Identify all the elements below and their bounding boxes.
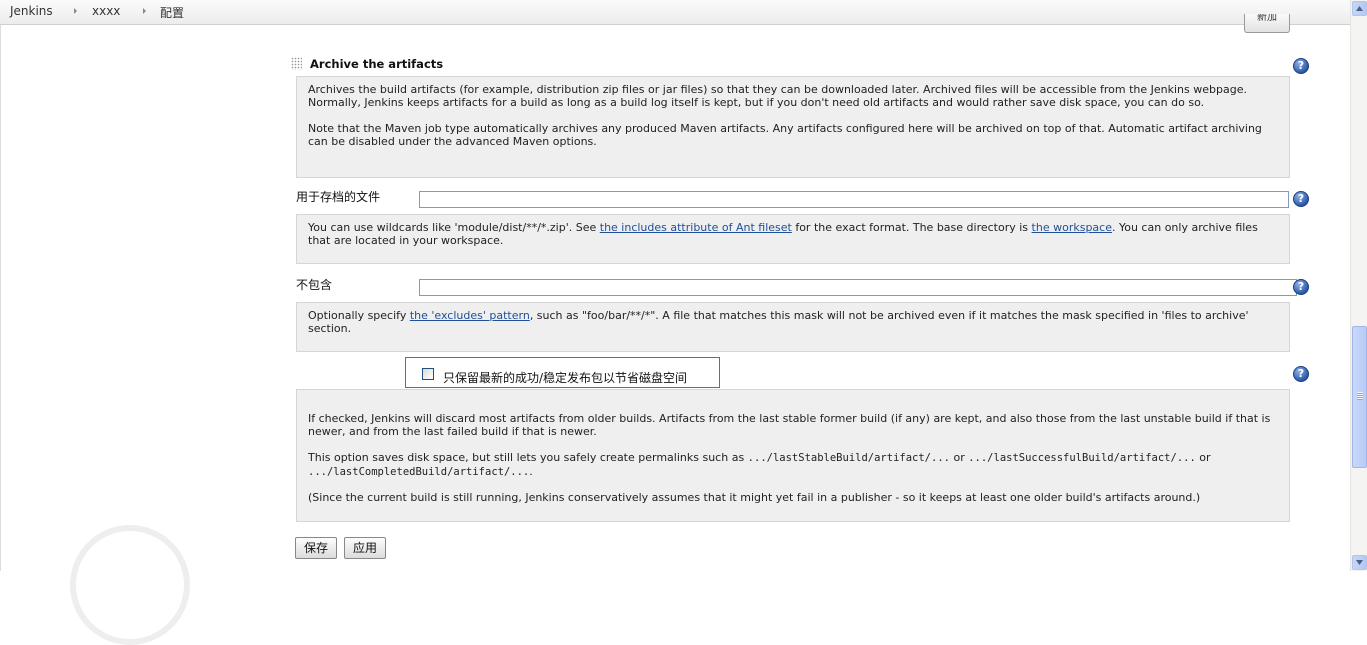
- files-help-box: You can use wildcards like 'module/dist/…: [296, 214, 1290, 264]
- excludes-help-box: Optionally specify the 'excludes' patter…: [296, 302, 1290, 352]
- permalink-code: .../lastStableBuild/artifact/...: [747, 452, 950, 464]
- help-text: .: [529, 465, 533, 478]
- scroll-thumb[interactable]: [1352, 326, 1367, 468]
- section-help-box: Archives the build artifacts (for exampl…: [296, 76, 1290, 178]
- ant-fileset-link[interactable]: the includes attribute of Ant fileset: [600, 221, 792, 234]
- permalink-code: .../lastSuccessfulBuild/artifact/...: [968, 452, 1196, 464]
- save-button[interactable]: 保存: [295, 537, 338, 559]
- permalink-code: .../lastCompletedBuild/artifact/...: [308, 466, 530, 478]
- help-text: Archives the build artifacts (for exampl…: [308, 83, 1247, 96]
- breadcrumb: Jenkins xxxx 配置: [0, 0, 1350, 25]
- files-to-archive-input[interactable]: [419, 191, 1289, 208]
- section-title: Archive the artifacts: [310, 57, 444, 71]
- chevron-right-icon: [142, 4, 148, 18]
- breadcrumb-jenkins[interactable]: Jenkins: [10, 4, 53, 18]
- left-border: [0, 25, 1, 571]
- help-text: You can use wildcards like 'module/dist/…: [308, 221, 600, 234]
- help-icon[interactable]: ?: [1293, 58, 1309, 74]
- files-to-archive-label: 用于存档的文件: [296, 190, 381, 204]
- vertical-scrollbar[interactable]: [1350, 0, 1367, 571]
- help-text: Normally, Jenkins keeps artifacts for a …: [308, 96, 1205, 109]
- excludes-label: 不包含: [296, 278, 333, 292]
- help-text: or: [949, 451, 969, 464]
- watermark-logo: [70, 525, 190, 645]
- help-text: (Since the current build is still runnin…: [308, 491, 1201, 504]
- help-icon[interactable]: ?: [1293, 191, 1309, 207]
- excludes-pattern-link[interactable]: the 'excludes' pattern: [410, 309, 530, 322]
- breadcrumb-configure[interactable]: 配置: [160, 4, 184, 21]
- help-text: Note that the Maven job type automatical…: [308, 122, 1262, 148]
- excludes-input[interactable]: [419, 279, 1297, 296]
- scroll-up-arrow-icon[interactable]: [1352, 1, 1367, 16]
- help-text: Optionally specify: [308, 309, 410, 322]
- apply-button[interactable]: 应用: [344, 537, 387, 559]
- breadcrumb-job[interactable]: xxxx: [92, 4, 120, 18]
- add-button[interactable]: 新加: [1244, 14, 1290, 33]
- help-icon[interactable]: ?: [1293, 279, 1309, 295]
- help-text: for the exact format. The base directory…: [791, 221, 1032, 234]
- help-icon[interactable]: ?: [1293, 366, 1309, 382]
- keep-latest-checkbox[interactable]: [422, 368, 434, 380]
- workspace-link[interactable]: the workspace: [1032, 221, 1112, 234]
- help-text: or: [1195, 451, 1211, 464]
- keep-latest-help-box: If checked, Jenkins will discard most ar…: [296, 389, 1290, 522]
- keep-latest-label[interactable]: 只保留最新的成功/稳定发布包以节省磁盘空间: [443, 369, 687, 386]
- grip-icon: [1357, 392, 1363, 400]
- scroll-down-arrow-icon[interactable]: [1352, 555, 1367, 570]
- help-text: If checked, Jenkins will discard most ar…: [308, 412, 1271, 438]
- help-text: This option saves disk space, but still …: [308, 451, 748, 464]
- drag-handle-icon[interactable]: [291, 57, 302, 70]
- chevron-right-icon: [73, 4, 79, 18]
